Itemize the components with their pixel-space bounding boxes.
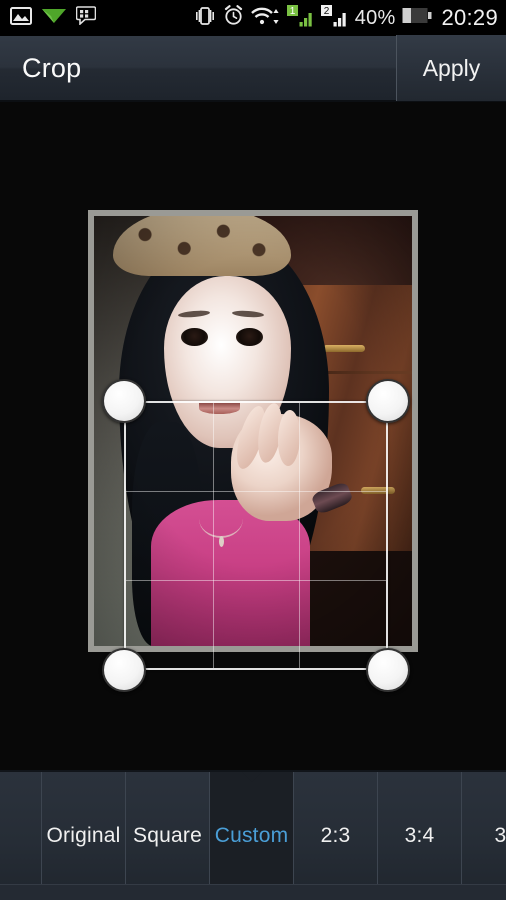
signal-sim1-icon: 1 [286, 4, 314, 32]
status-bar: 1 2 40% 20:29 [0, 0, 506, 36]
crop-gridline-horizontal-2 [126, 579, 386, 581]
apply-button[interactable]: Apply [396, 35, 506, 101]
vibrate-icon [194, 6, 216, 31]
ratio-option-custom[interactable]: Custom [210, 772, 294, 900]
selected-tab-notch-icon [240, 772, 263, 782]
battery-percent-label: 40% [354, 6, 396, 29]
paper-plane-icon [42, 7, 66, 29]
crop-handle-top-right[interactable] [366, 379, 410, 423]
ratio-option-square[interactable]: Square [126, 772, 210, 900]
crop-handle-bottom-right[interactable] [366, 648, 410, 692]
ratio-option-label: 3: [494, 824, 506, 847]
action-bar: Crop Apply [0, 35, 506, 102]
crop-gridline-vertical-2 [299, 403, 301, 668]
alarm-clock-icon [223, 5, 244, 31]
crop-gridline-horizontal-1 [126, 491, 386, 493]
aspect-ratio-bar[interactable]: Original Square Custom 2:3 3:4 3: [0, 770, 506, 900]
status-bar-notification-icons [10, 6, 97, 30]
ratio-option-label: 2:3 [320, 824, 351, 847]
gallery-image-icon [10, 6, 32, 30]
signal-sim2-icon: 2 [320, 4, 348, 32]
ratio-scroll-left-edge [0, 772, 42, 900]
ratio-option-3-4[interactable]: 3:4 [378, 772, 462, 900]
crop-handle-bottom-left[interactable] [102, 648, 146, 692]
photo-canvas[interactable] [0, 102, 506, 770]
ratio-option-partial[interactable]: 3: [462, 772, 506, 900]
ratio-option-label: 3:4 [404, 824, 435, 847]
ratio-option-label: Custom [214, 824, 289, 847]
wifi-icon [250, 6, 280, 31]
status-bar-clock: 20:29 [441, 5, 498, 30]
ratio-option-original[interactable]: Original [42, 772, 126, 900]
status-bar-system-icons: 1 2 40% 20:29 [194, 4, 498, 32]
crop-editor-screen: 1 2 40% 20:29 Crop Apply Original Square… [0, 0, 506, 900]
svg-text:1: 1 [290, 6, 296, 17]
crop-handle-top-left[interactable] [102, 379, 146, 423]
crop-gridline-vertical-1 [212, 403, 214, 668]
crop-selection-rect[interactable] [124, 401, 388, 670]
battery-icon [402, 7, 432, 29]
ratio-bar-bottom-edge [0, 884, 506, 900]
ratio-option-label: Square [133, 824, 202, 847]
ratio-option-2-3[interactable]: 2:3 [294, 772, 378, 900]
bbm-chat-icon [75, 6, 97, 30]
page-title: Crop [22, 52, 82, 83]
ratio-option-label: Original [46, 824, 121, 847]
svg-text:2: 2 [324, 6, 330, 17]
